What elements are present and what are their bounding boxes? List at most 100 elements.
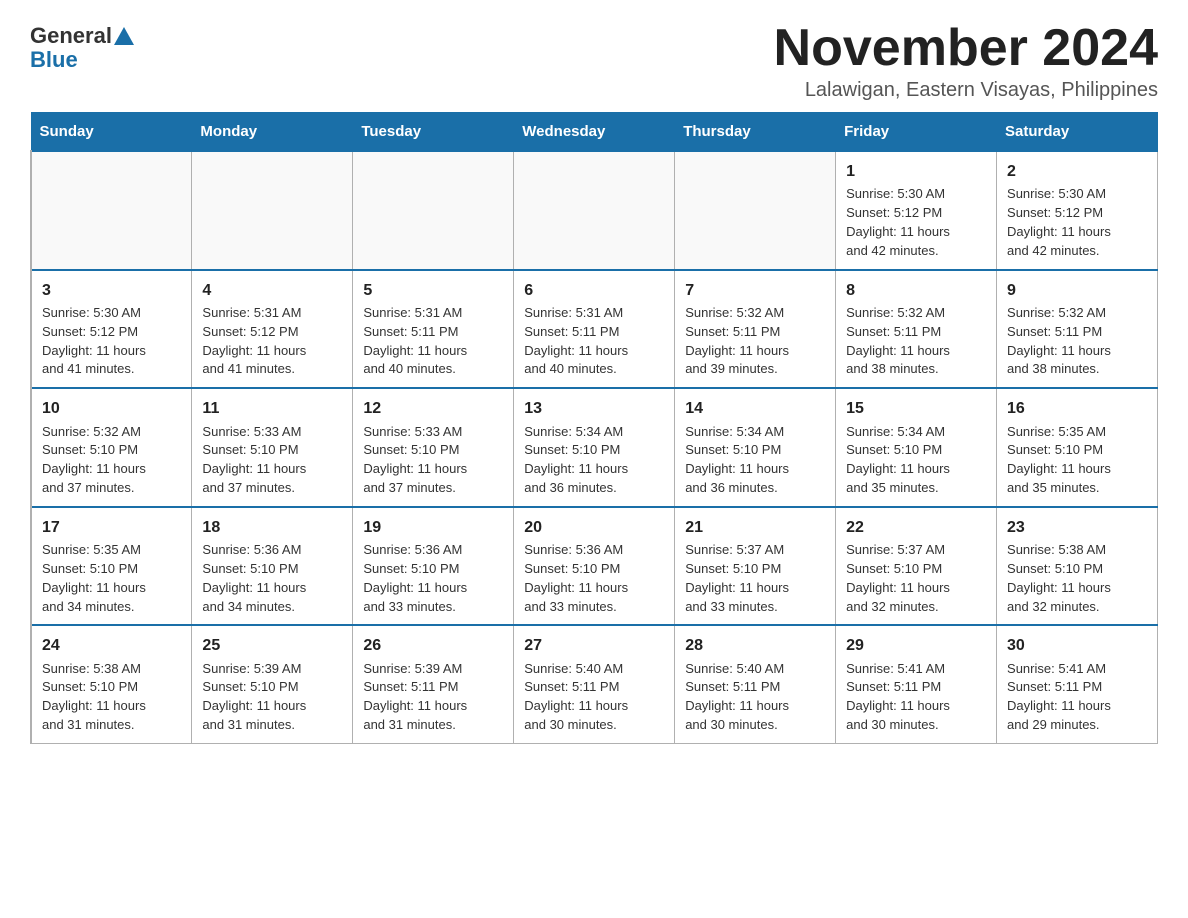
day-info-line: Sunrise: 5:35 AM (42, 542, 141, 557)
calendar-week-row: 24Sunrise: 5:38 AMSunset: 5:10 PMDayligh… (31, 625, 1158, 743)
calendar-cell: 6Sunrise: 5:31 AMSunset: 5:11 PMDaylight… (514, 270, 675, 389)
location-label: Lalawigan, Eastern Visayas, Philippines (774, 79, 1158, 102)
day-number: 20 (524, 516, 664, 539)
day-info-line: and 29 minutes. (1007, 717, 1100, 732)
header-sunday: Sunday (31, 113, 192, 152)
day-info-line: and 34 minutes. (202, 599, 295, 614)
day-number: 13 (524, 397, 664, 420)
day-info-line: Daylight: 11 hours (1007, 698, 1111, 713)
day-info-line: and 38 minutes. (846, 361, 939, 376)
calendar-cell: 29 Sunrise: 5:41 AM Sunset: 5:11 PM Dayligh… (836, 625, 997, 743)
day-info-line: Sunset: 5:10 PM (202, 442, 298, 457)
day-info-line: Daylight: 11 hours (685, 461, 789, 476)
day-number: 21 (685, 516, 825, 539)
day-info-line: Sunset: 5:11 PM (1007, 324, 1102, 339)
calendar-cell (353, 151, 514, 270)
day-info-line: Daylight: 11 hours (1007, 580, 1111, 595)
header-tuesday: Tuesday (353, 113, 514, 152)
calendar-cell: 19Sunrise: 5:36 AMSunset: 5:10 PMDayligh… (353, 507, 514, 626)
day-number: 18 (202, 516, 342, 539)
day-info-line: Sunset: 5:11 PM (846, 679, 941, 694)
day-number: 27 (524, 634, 664, 657)
day-info-line: Sunrise: 5:32 AM (42, 424, 141, 439)
day-info-line: Daylight: 11 hours (1007, 461, 1111, 476)
day-info-line: Daylight: 11 hours (202, 698, 306, 713)
header-wednesday: Wednesday (514, 113, 675, 152)
day-info-line: Sunset: 5:10 PM (363, 561, 459, 576)
day-info-line: Sunrise: 5:36 AM (363, 542, 462, 557)
calendar-cell: 18Sunrise: 5:36 AMSunset: 5:10 PMDayligh… (192, 507, 353, 626)
day-info-line: Daylight: 11 hours (846, 580, 950, 595)
day-number: 28 (685, 634, 825, 657)
day-number: 24 (42, 634, 181, 657)
day-info-line: Sunset: 5:11 PM (685, 679, 780, 694)
day-info-line: Sunset: 5:11 PM (363, 679, 458, 694)
day-info-line: and 31 minutes. (363, 717, 456, 732)
day-info-line: and 34 minutes. (42, 599, 135, 614)
day-info-line: and 40 minutes. (524, 361, 617, 376)
day-info-line: and 36 minutes. (524, 480, 617, 495)
calendar-cell: 1Sunrise: 5:30 AMSunset: 5:12 PMDaylight… (836, 151, 997, 270)
calendar-header-row: SundayMondayTuesdayWednesdayThursdayFrid… (31, 113, 1158, 152)
logo-blue-text: Blue (30, 47, 78, 73)
day-info-line: Daylight: 11 hours (524, 580, 628, 595)
calendar-cell: 3Sunrise: 5:30 AMSunset: 5:12 PMDaylight… (31, 270, 192, 389)
day-info-line: Daylight: 11 hours (524, 698, 628, 713)
day-info-line: and 33 minutes. (685, 599, 778, 614)
day-info-line: Sunset: 5:10 PM (846, 561, 942, 576)
day-info-line: Sunset: 5:10 PM (42, 442, 138, 457)
day-info-line: Daylight: 11 hours (685, 343, 789, 358)
day-info-line: Sunset: 5:10 PM (202, 679, 298, 694)
day-info-line: and 39 minutes. (685, 361, 778, 376)
calendar-cell: 24Sunrise: 5:38 AMSunset: 5:10 PMDayligh… (31, 625, 192, 743)
day-number: 14 (685, 397, 825, 420)
calendar-cell: 10 Sunrise: 5:32 AM Sunset: 5:10 PM Dayligh… (31, 388, 192, 507)
day-number: 15 (846, 397, 986, 420)
header-monday: Monday (192, 113, 353, 152)
calendar-cell: 30Sunrise: 5:41 AMSunset: 5:11 PMDayligh… (997, 625, 1158, 743)
day-info-line: and 30 minutes. (846, 717, 939, 732)
day-info-line: and 35 minutes. (846, 480, 939, 495)
day-number: 22 (846, 516, 986, 539)
calendar-cell: 22Sunrise: 5:37 AMSunset: 5:10 PMDayligh… (836, 507, 997, 626)
day-info-line: Sunrise: 5:41 AM (1007, 661, 1106, 676)
day-info-line: and 32 minutes. (846, 599, 939, 614)
day-info-line: Sunrise: 5:39 AM (363, 661, 462, 676)
day-number: 1 (846, 160, 986, 183)
day-info-line: Sunset: 5:10 PM (685, 442, 781, 457)
day-info-line: Sunrise: 5:36 AM (524, 542, 623, 557)
logo: General Blue (30, 20, 134, 73)
day-info-line: Daylight: 11 hours (1007, 224, 1111, 239)
day-info-line: Daylight: 11 hours (846, 698, 950, 713)
day-info-line: and 30 minutes. (685, 717, 778, 732)
day-info-line: Daylight: 11 hours (363, 698, 467, 713)
day-info-line: Sunrise: 5:33 AM (202, 424, 301, 439)
day-number: 29 (846, 634, 986, 657)
month-title: November 2024 (774, 20, 1158, 77)
day-info-line: Sunrise: 5:34 AM (846, 424, 945, 439)
day-info-line: Daylight: 11 hours (524, 343, 628, 358)
day-info-line: and 37 minutes. (363, 480, 456, 495)
day-info-line: Sunrise: 5:37 AM (685, 542, 784, 557)
day-info-line: and 41 minutes. (202, 361, 295, 376)
calendar-cell: 28Sunrise: 5:40 AMSunset: 5:11 PMDayligh… (675, 625, 836, 743)
day-info-line: Daylight: 11 hours (42, 461, 146, 476)
day-info-line: Sunrise: 5:41 AM (846, 661, 945, 676)
day-info-line: and 42 minutes. (1007, 243, 1100, 258)
day-info-line: Sunset: 5:11 PM (524, 679, 619, 694)
day-info-line: Sunset: 5:10 PM (363, 442, 459, 457)
day-info-line: and 35 minutes. (1007, 480, 1100, 495)
day-info-line: Daylight: 11 hours (685, 580, 789, 595)
day-info-line: and 38 minutes. (1007, 361, 1100, 376)
day-info-line: Sunset: 5:12 PM (42, 324, 138, 339)
day-info-line: Sunset: 5:11 PM (1007, 679, 1102, 694)
day-info-line: Sunrise: 5:34 AM (524, 424, 623, 439)
day-number: 10 (42, 397, 181, 420)
day-info-line: Sunrise: 5:40 AM (685, 661, 784, 676)
day-number: 5 (363, 279, 503, 302)
calendar-cell: 5Sunrise: 5:31 AMSunset: 5:11 PMDaylight… (353, 270, 514, 389)
day-number: 6 (524, 279, 664, 302)
header-saturday: Saturday (997, 113, 1158, 152)
day-info-line: Sunset: 5:10 PM (1007, 561, 1103, 576)
day-info-line: Daylight: 11 hours (363, 343, 467, 358)
